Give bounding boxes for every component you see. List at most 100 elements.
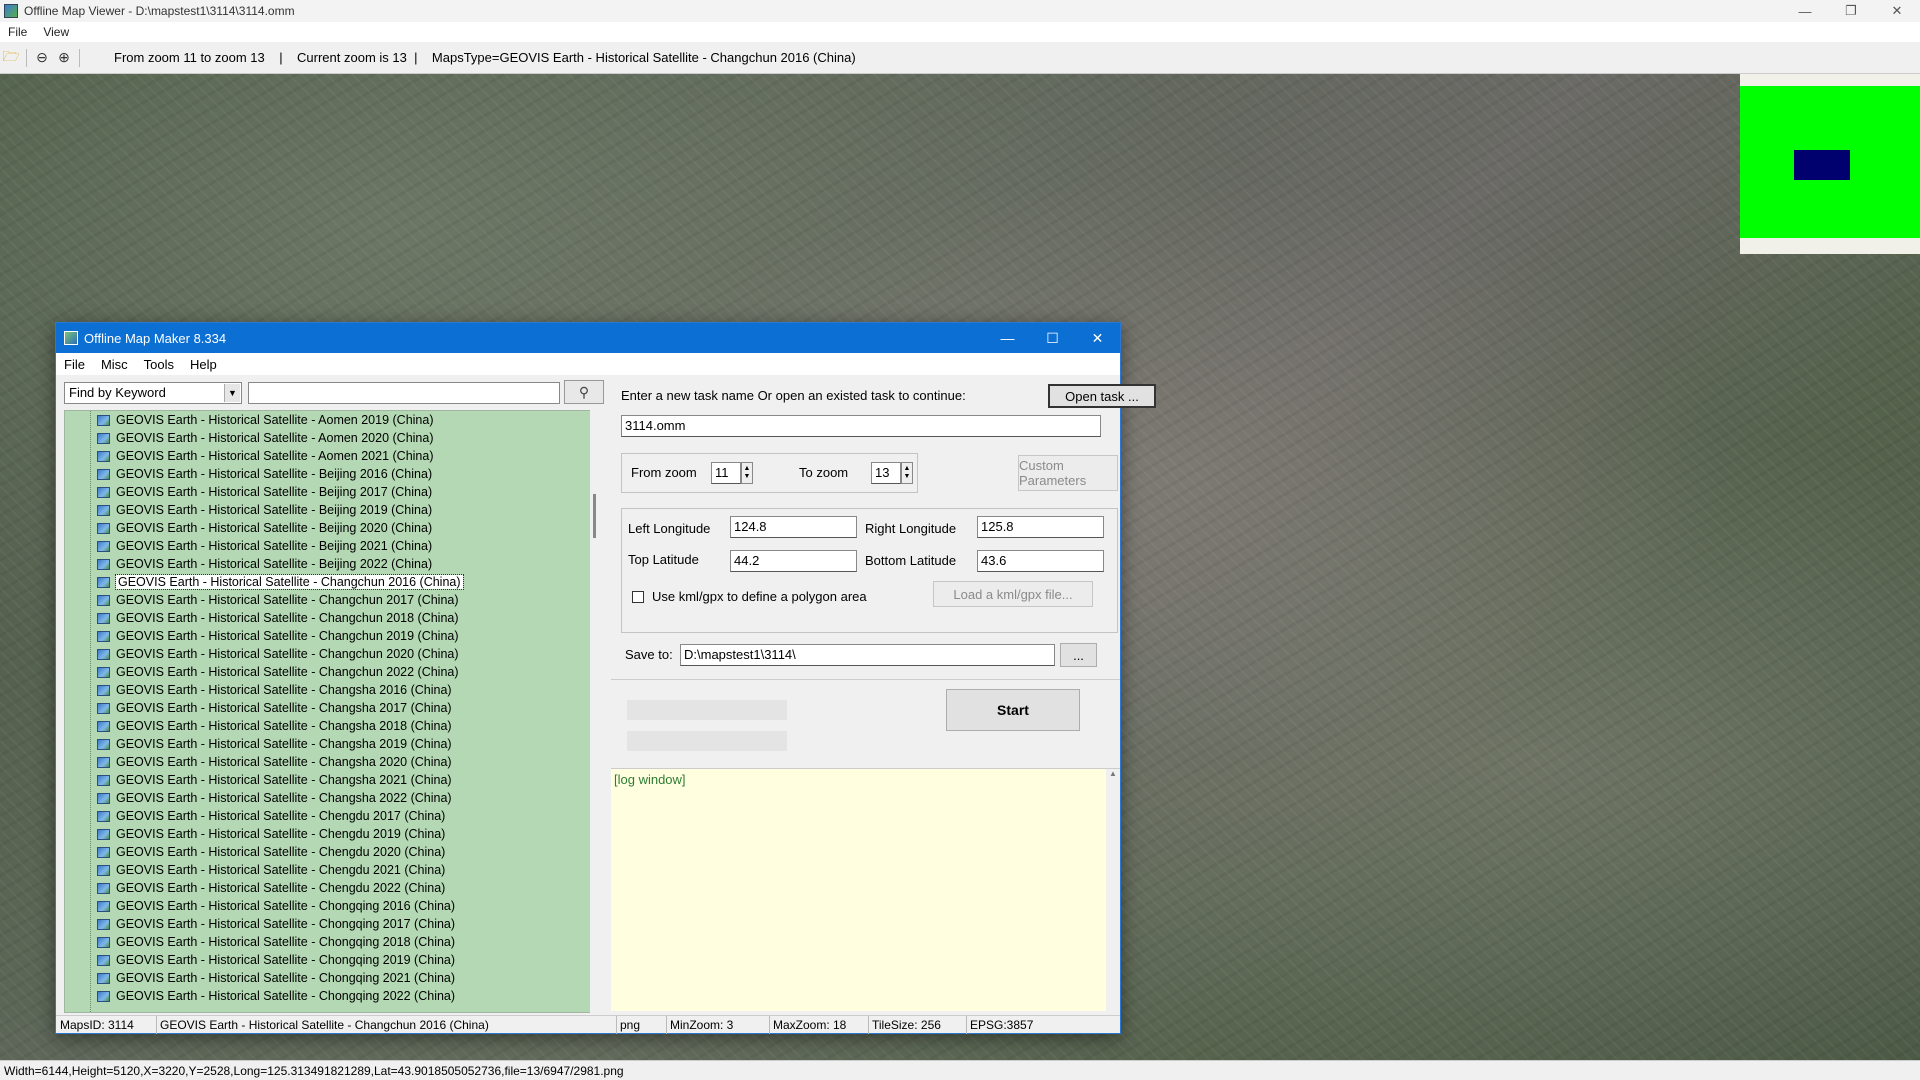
app-icon	[4, 4, 18, 18]
map-tile-icon	[97, 558, 110, 570]
dialog-close-button[interactable]: ✕	[1075, 323, 1120, 353]
right-longitude-input[interactable]: 125.8	[977, 516, 1104, 538]
dialog-status-bar: MapsID: 3114 GEOVIS Earth - Historical S…	[56, 1015, 1120, 1034]
tree-item[interactable]: GEOVIS Earth - Historical Satellite - Ch…	[65, 753, 603, 771]
tree-item[interactable]: GEOVIS Earth - Historical Satellite - Ch…	[65, 879, 603, 897]
tree-item[interactable]: GEOVIS Earth - Historical Satellite - Ch…	[65, 699, 603, 717]
tree-item[interactable]: GEOVIS Earth - Historical Satellite - Ch…	[65, 897, 603, 915]
tree-item[interactable]: GEOVIS Earth - Historical Satellite - Ch…	[65, 987, 603, 1005]
open-folder-icon[interactable]: 🗁	[0, 47, 22, 69]
overview-viewport[interactable]	[1794, 150, 1850, 180]
kml-polygon-label[interactable]: Use kml/gpx to define a polygon area	[652, 589, 867, 604]
tree-item[interactable]: GEOVIS Earth - Historical Satellite - Ch…	[65, 933, 603, 951]
minimize-button[interactable]: —	[1782, 0, 1828, 22]
map-tile-icon	[97, 972, 110, 984]
map-tile-icon	[97, 918, 110, 930]
tree-scrollbar[interactable]	[590, 410, 604, 1013]
tree-item[interactable]: GEOVIS Earth - Historical Satellite - Ch…	[65, 663, 603, 681]
task-prompt-label: Enter a new task name Or open an existed…	[621, 388, 966, 403]
tree-item[interactable]: GEOVIS Earth - Historical Satellite - Ch…	[65, 735, 603, 753]
tree-item-label: GEOVIS Earth - Historical Satellite - Ao…	[116, 449, 434, 463]
tree-item[interactable]: GEOVIS Earth - Historical Satellite - Be…	[65, 537, 603, 555]
tree-item-label: GEOVIS Earth - Historical Satellite - Ch…	[116, 755, 452, 769]
close-button[interactable]: ✕	[1874, 0, 1920, 22]
log-scrollbar[interactable]: ▲	[1106, 769, 1120, 1011]
to-zoom-input[interactable]: 13	[871, 462, 901, 484]
map-type-tree[interactable]: GEOVIS Earth - Historical Satellite - Ao…	[64, 410, 604, 1013]
start-button[interactable]: Start	[946, 689, 1080, 731]
tree-item[interactable]: GEOVIS Earth - Historical Satellite - Be…	[65, 483, 603, 501]
search-button[interactable]: ⚲	[564, 380, 604, 404]
overview-map[interactable]	[1740, 74, 1920, 254]
tree-item[interactable]: GEOVIS Earth - Historical Satellite - Be…	[65, 465, 603, 483]
tree-item-label: GEOVIS Earth - Historical Satellite - Be…	[116, 503, 433, 517]
tree-item-label: GEOVIS Earth - Historical Satellite - Ch…	[116, 899, 456, 913]
tree-scroll-thumb[interactable]	[593, 494, 596, 538]
tree-item[interactable]: GEOVIS Earth - Historical Satellite - Ao…	[65, 429, 603, 447]
to-zoom-spinner[interactable]: ▲ ▼	[901, 462, 913, 484]
search-input[interactable]	[248, 382, 560, 404]
tree-item[interactable]: GEOVIS Earth - Historical Satellite - Ch…	[65, 969, 603, 987]
find-mode-value: Find by Keyword	[69, 385, 166, 400]
kml-polygon-checkbox[interactable]	[632, 591, 644, 603]
save-path-input[interactable]: D:\mapstest1\3114\	[680, 644, 1055, 666]
custom-parameters-button[interactable]: Custom Parameters	[1018, 455, 1118, 491]
tree-item[interactable]: GEOVIS Earth - Historical Satellite - Ch…	[65, 825, 603, 843]
dialog-menu-help[interactable]: Help	[182, 357, 225, 372]
tree-item[interactable]: GEOVIS Earth - Historical Satellite - Ch…	[65, 807, 603, 825]
map-tile-icon	[97, 828, 110, 840]
browse-button[interactable]: ...	[1060, 643, 1097, 667]
tree-item[interactable]: GEOVIS Earth - Historical Satellite - Ch…	[65, 717, 603, 735]
tree-list: GEOVIS Earth - Historical Satellite - Ao…	[65, 411, 603, 1005]
tree-item[interactable]: GEOVIS Earth - Historical Satellite - Ch…	[65, 609, 603, 627]
tree-item[interactable]: GEOVIS Earth - Historical Satellite - Ch…	[65, 627, 603, 645]
map-tile-icon	[97, 414, 110, 426]
tree-item[interactable]: GEOVIS Earth - Historical Satellite - Be…	[65, 555, 603, 573]
log-window[interactable]: [log window] ▲	[611, 768, 1120, 1011]
dialog-menu-tools[interactable]: Tools	[136, 357, 182, 372]
restore-button[interactable]: ❐	[1828, 0, 1874, 22]
tree-item[interactable]: GEOVIS Earth - Historical Satellite - Be…	[65, 519, 603, 537]
left-longitude-input[interactable]: 124.8	[730, 516, 857, 538]
task-name-input[interactable]: 3114.omm	[621, 415, 1101, 437]
dialog-menu-misc[interactable]: Misc	[93, 357, 136, 372]
top-latitude-input[interactable]: 44.2	[730, 550, 857, 572]
tree-item[interactable]: GEOVIS Earth - Historical Satellite - Ao…	[65, 411, 603, 429]
map-tile-icon	[97, 900, 110, 912]
tree-item[interactable]: GEOVIS Earth - Historical Satellite - Ch…	[65, 771, 603, 789]
menu-view[interactable]: View	[35, 25, 77, 39]
tree-item-label: GEOVIS Earth - Historical Satellite - Ao…	[116, 413, 434, 427]
zoom-out-icon[interactable]: ⊖	[31, 47, 53, 69]
tree-item-label: GEOVIS Earth - Historical Satellite - Ch…	[116, 683, 452, 697]
tree-item[interactable]: GEOVIS Earth - Historical Satellite - Ch…	[65, 645, 603, 663]
bottom-latitude-input[interactable]: 43.6	[977, 550, 1104, 572]
dialog-menu-file[interactable]: File	[56, 357, 93, 372]
zoom-in-icon[interactable]: ⊕	[53, 47, 75, 69]
dialog-minimize-button[interactable]: —	[985, 323, 1030, 353]
tree-item[interactable]: GEOVIS Earth - Historical Satellite - Ch…	[65, 573, 603, 591]
tree-item-label: GEOVIS Earth - Historical Satellite - Ao…	[116, 431, 434, 445]
tree-item[interactable]: GEOVIS Earth - Historical Satellite - Ch…	[65, 681, 603, 699]
main-status-bar: Width=6144,Height=5120,X=3220,Y=2528,Lon…	[0, 1060, 1920, 1080]
from-zoom-spinner[interactable]: ▲ ▼	[741, 462, 753, 484]
map-tile-icon	[97, 486, 110, 498]
tree-item[interactable]: GEOVIS Earth - Historical Satellite - Ch…	[65, 951, 603, 969]
load-kml-button[interactable]: Load a kml/gpx file...	[933, 581, 1093, 607]
tree-item[interactable]: GEOVIS Earth - Historical Satellite - Ch…	[65, 861, 603, 879]
tree-item[interactable]: GEOVIS Earth - Historical Satellite - Ch…	[65, 789, 603, 807]
dialog-maximize-button[interactable]: ☐	[1030, 323, 1075, 353]
tree-item[interactable]: GEOVIS Earth - Historical Satellite - Ch…	[65, 915, 603, 933]
tree-item[interactable]: GEOVIS Earth - Historical Satellite - Ch…	[65, 591, 603, 609]
status-tile-size: TileSize: 256	[872, 1018, 941, 1032]
tree-item[interactable]: GEOVIS Earth - Historical Satellite - Ao…	[65, 447, 603, 465]
chevron-down-icon[interactable]: ▼	[224, 384, 240, 402]
menu-file[interactable]: File	[0, 25, 35, 39]
tree-item-label: GEOVIS Earth - Historical Satellite - Ch…	[116, 791, 452, 805]
tree-item[interactable]: GEOVIS Earth - Historical Satellite - Ch…	[65, 843, 603, 861]
from-zoom-input[interactable]: 11	[711, 462, 741, 484]
tree-item[interactable]: GEOVIS Earth - Historical Satellite - Be…	[65, 501, 603, 519]
tree-item-label: GEOVIS Earth - Historical Satellite - Ch…	[116, 665, 459, 679]
find-mode-select[interactable]: Find by Keyword ▼	[64, 382, 242, 404]
status-maps-id: MapsID: 3114	[60, 1018, 134, 1032]
open-task-button[interactable]: Open task ...	[1048, 384, 1156, 408]
